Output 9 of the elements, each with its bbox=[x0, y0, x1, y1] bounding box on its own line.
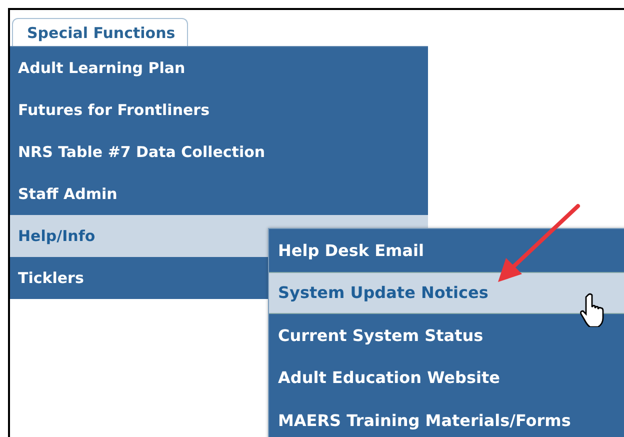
submenu-item[interactable]: System Update Notices bbox=[269, 272, 624, 314]
submenu-item[interactable]: Current System Status bbox=[269, 314, 624, 356]
menu-item[interactable]: Staff Admin bbox=[10, 173, 428, 215]
submenu-item[interactable]: MAERS Training Materials/Forms bbox=[269, 399, 624, 437]
menu-item[interactable]: NRS Table #7 Data Collection bbox=[10, 131, 428, 173]
tab[interactable]: Special Functions bbox=[12, 18, 188, 46]
menu-item[interactable]: Futures for Frontliners bbox=[10, 89, 428, 131]
submenu-item[interactable]: Adult Education Website bbox=[269, 356, 624, 399]
menu-item[interactable]: Adult Learning Plan bbox=[10, 47, 428, 89]
